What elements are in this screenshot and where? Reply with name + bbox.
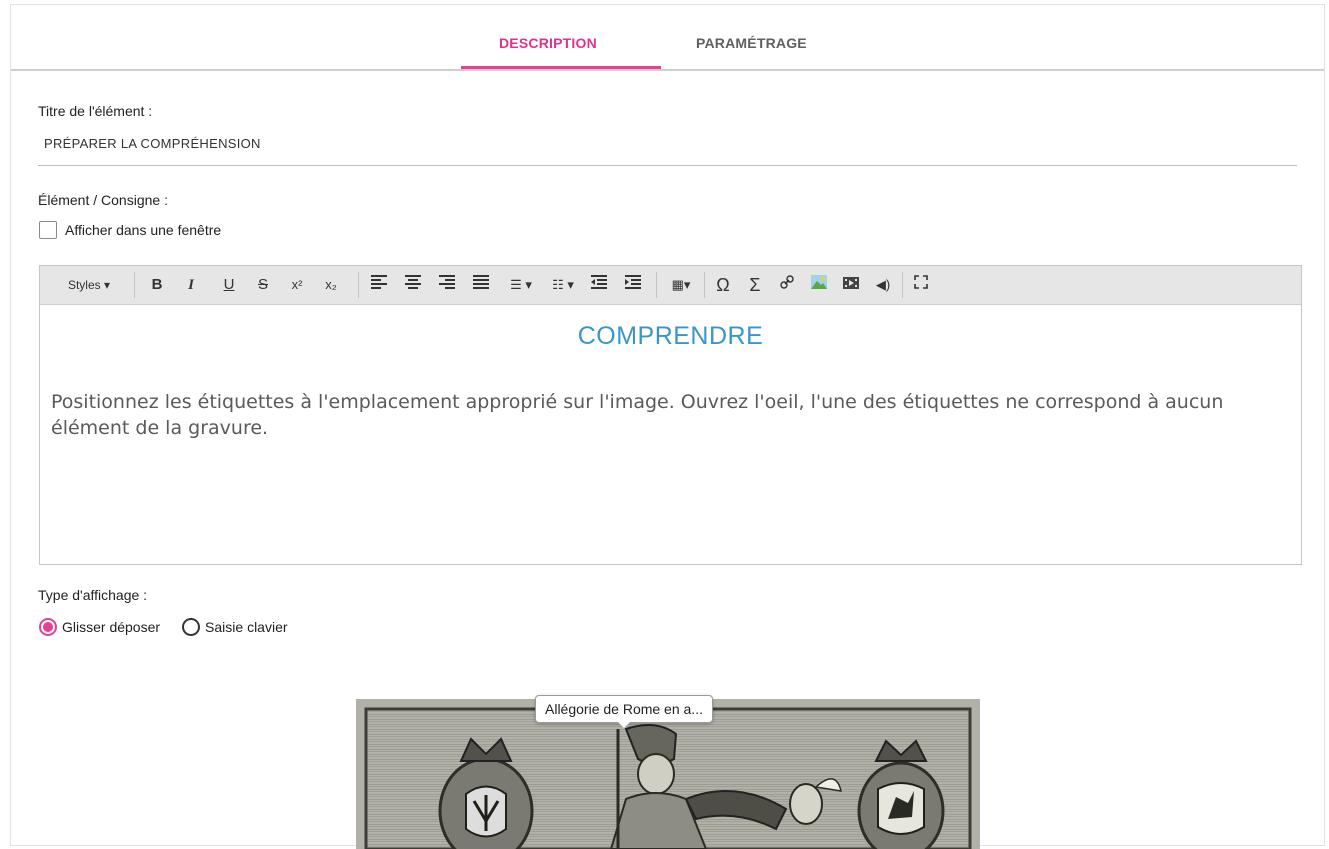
toolbar-separator [134,272,135,298]
styles-dropdown[interactable]: Styles ▾ [54,275,124,295]
active-tab-indicator [461,66,661,69]
strikethrough-icon[interactable]: S [252,275,274,295]
italic-icon[interactable]: I [180,275,202,295]
table-icon[interactable]: ▦▾ [664,275,698,295]
indent-icon[interactable] [622,275,644,295]
title-input[interactable]: PRÉPARER LA COMPRÉHENSION [44,136,261,151]
rich-text-editor: Styles ▾ B I U S x² x₂ ☰ ▾ ☷ ▾ ▦▾ Ω Σ ◀)… [39,265,1302,565]
sigma-icon[interactable]: Σ [744,275,766,295]
video-icon[interactable] [840,275,862,295]
bulleted-list-icon[interactable]: ☰ ▾ [504,275,538,295]
title-input-underline [38,165,1297,166]
outdent-icon[interactable] [588,275,610,295]
display-type-radio-group: Glisser déposer Saisie clavier [39,618,288,636]
window-checkbox-label[interactable]: Afficher dans une fenêtre [65,222,221,238]
radio-keyboard-label[interactable]: Saisie clavier [205,619,287,635]
audio-icon[interactable]: ◀) [872,275,894,295]
bold-icon[interactable]: B [146,275,168,295]
numbered-list-icon[interactable]: ☷ ▾ [546,275,580,295]
instruction-label: Élément / Consigne : [38,192,168,208]
title-label: Titre de l'élément : [38,103,153,119]
toolbar-separator [656,272,657,298]
radio-keyboard[interactable] [182,618,201,636]
window-checkbox[interactable] [39,221,57,239]
editor-toolbar: Styles ▾ B I U S x² x₂ ☰ ▾ ☷ ▾ ▦▾ Ω Σ ◀) [40,266,1301,305]
window-checkbox-row[interactable]: Afficher dans une fenêtre [39,221,221,239]
radio-drag-drop[interactable] [39,618,57,636]
tab-parametrage[interactable]: PARAMÉTRAGE [696,35,807,51]
superscript-icon[interactable]: x² [286,275,308,295]
subscript-icon[interactable]: x₂ [320,275,342,295]
image-icon[interactable] [808,275,830,295]
toolbar-separator [902,272,903,298]
toolbar-separator [704,272,705,298]
editor-panel: DESCRIPTION PARAMÉTRAGE Titre de l'éléme… [10,4,1325,849]
content-body[interactable]: Positionnez les étiquettes à l'emplaceme… [51,389,1251,441]
image-label-tooltip: Allégorie de Rome en a... [535,695,713,728]
display-type-label: Type d'affichage : [38,587,148,603]
content-heading[interactable]: COMPRENDRE [40,322,1301,351]
toolbar-separator [358,272,359,298]
radio-drag-drop-label[interactable]: Glisser déposer [62,619,160,635]
align-left-icon[interactable] [368,275,390,295]
justify-icon[interactable] [470,275,492,295]
special-character-icon[interactable]: Ω [712,275,734,295]
underline-icon[interactable]: U [218,275,240,295]
align-right-icon[interactable] [436,275,458,295]
tab-description[interactable]: DESCRIPTION [499,35,597,51]
link-icon[interactable] [776,275,798,295]
align-center-icon[interactable] [402,275,424,295]
tab-bar: DESCRIPTION PARAMÉTRAGE [11,5,1324,71]
fullscreen-icon[interactable] [910,275,932,295]
